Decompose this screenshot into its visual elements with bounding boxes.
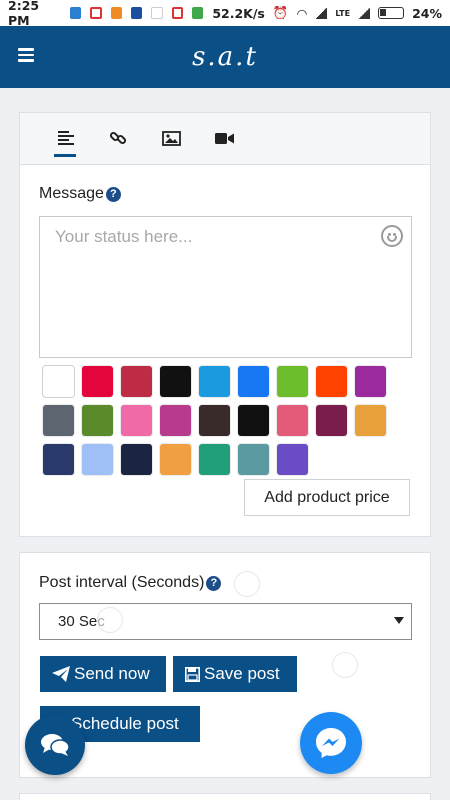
message-label: Message ? bbox=[39, 185, 121, 203]
message-input[interactable]: Your status here... bbox=[39, 216, 412, 358]
lte-label: LTE bbox=[335, 8, 351, 18]
tab-video[interactable] bbox=[212, 127, 236, 149]
help-icon[interactable]: ? bbox=[105, 186, 121, 202]
text-align-icon bbox=[58, 131, 74, 145]
post-interval-label-text: Post interval (Seconds) bbox=[39, 574, 205, 591]
send-now-label: Send now bbox=[74, 664, 150, 683]
background-swatch[interactable] bbox=[199, 405, 230, 436]
background-swatch[interactable] bbox=[238, 444, 269, 475]
touch-ripple bbox=[97, 607, 123, 633]
battery-percent: 24% bbox=[412, 5, 443, 21]
background-swatch[interactable] bbox=[160, 405, 191, 436]
chat-bubbles-icon bbox=[41, 734, 70, 756]
background-swatch[interactable] bbox=[238, 366, 269, 397]
wifi-icon: ◠ bbox=[296, 5, 308, 21]
background-swatch[interactable] bbox=[160, 444, 191, 475]
hamburger-icon[interactable] bbox=[18, 48, 34, 62]
video-camera-icon bbox=[214, 132, 234, 144]
vpn-icon bbox=[110, 7, 122, 19]
gmail-icon bbox=[171, 7, 184, 19]
tab-image[interactable] bbox=[159, 127, 183, 149]
status-time: 2:25 PM bbox=[8, 0, 40, 28]
background-swatch[interactable] bbox=[82, 366, 113, 397]
schedule-post-label: Schedule post bbox=[71, 714, 179, 733]
background-swatch[interactable] bbox=[43, 405, 74, 436]
gmail-icon bbox=[89, 7, 102, 19]
background-swatch[interactable] bbox=[43, 366, 74, 397]
app-bar: s.a.t bbox=[0, 26, 450, 88]
background-swatch[interactable] bbox=[355, 405, 386, 436]
touch-ripple bbox=[234, 571, 260, 597]
background-swatch[interactable] bbox=[199, 444, 230, 475]
battery-icon bbox=[378, 7, 405, 19]
message-placeholder: Your status here... bbox=[55, 227, 193, 246]
background-swatch[interactable] bbox=[43, 444, 74, 475]
background-swatch[interactable] bbox=[199, 366, 230, 397]
app-title: s.a.t bbox=[192, 42, 258, 72]
background-swatch[interactable] bbox=[277, 405, 308, 436]
messenger-fab[interactable] bbox=[300, 712, 362, 774]
chevron-down-icon bbox=[394, 617, 404, 624]
help-icon[interactable]: ? bbox=[206, 575, 222, 591]
network-speed: 52.2K/s bbox=[212, 5, 265, 21]
alarm-icon: ⏰ bbox=[272, 5, 289, 20]
emoji-icon[interactable] bbox=[381, 225, 403, 247]
info-icon bbox=[69, 7, 81, 19]
save-icon bbox=[185, 666, 200, 682]
background-swatch[interactable] bbox=[316, 405, 347, 436]
post-interval-label: Post interval (Seconds) ? bbox=[39, 574, 222, 592]
next-card bbox=[19, 793, 431, 800]
status-bar: 2:25 PM 52.2K/s ⏰ ◠ LTE 24% bbox=[0, 0, 450, 28]
signal-icon bbox=[358, 7, 371, 19]
send-icon bbox=[52, 666, 70, 682]
tab-link[interactable] bbox=[106, 127, 130, 149]
tab-text[interactable] bbox=[54, 127, 78, 157]
android-icon bbox=[192, 7, 204, 19]
message-label-text: Message bbox=[39, 185, 104, 202]
background-swatch[interactable] bbox=[121, 405, 152, 436]
link-icon bbox=[109, 131, 127, 145]
background-swatch[interactable] bbox=[82, 405, 113, 436]
dot-icon bbox=[151, 7, 163, 19]
background-swatch[interactable] bbox=[316, 366, 347, 397]
background-swatch[interactable] bbox=[238, 405, 269, 436]
background-swatch[interactable] bbox=[277, 444, 308, 475]
save-post-button[interactable]: Save post bbox=[173, 656, 297, 692]
post-interval-select[interactable]: 30 Sec bbox=[39, 603, 412, 640]
composer-card: Message ? Your status here... Add produc… bbox=[19, 112, 431, 537]
image-icon bbox=[161, 130, 181, 146]
background-swatch[interactable] bbox=[277, 366, 308, 397]
chat-fab[interactable] bbox=[25, 715, 85, 775]
background-swatch[interactable] bbox=[82, 444, 113, 475]
background-swatch[interactable] bbox=[160, 366, 191, 397]
background-swatch[interactable] bbox=[121, 366, 152, 397]
composer-tabs bbox=[20, 113, 430, 165]
touch-ripple bbox=[332, 652, 358, 678]
signal-icon bbox=[315, 7, 328, 19]
background-swatch[interactable] bbox=[355, 366, 386, 397]
paypal-icon bbox=[130, 7, 143, 19]
messenger-icon bbox=[316, 728, 346, 758]
save-post-label: Save post bbox=[204, 664, 280, 683]
add-product-price-button[interactable]: Add product price bbox=[244, 479, 410, 516]
send-now-button[interactable]: Send now bbox=[40, 656, 166, 692]
background-swatch[interactable] bbox=[121, 444, 152, 475]
